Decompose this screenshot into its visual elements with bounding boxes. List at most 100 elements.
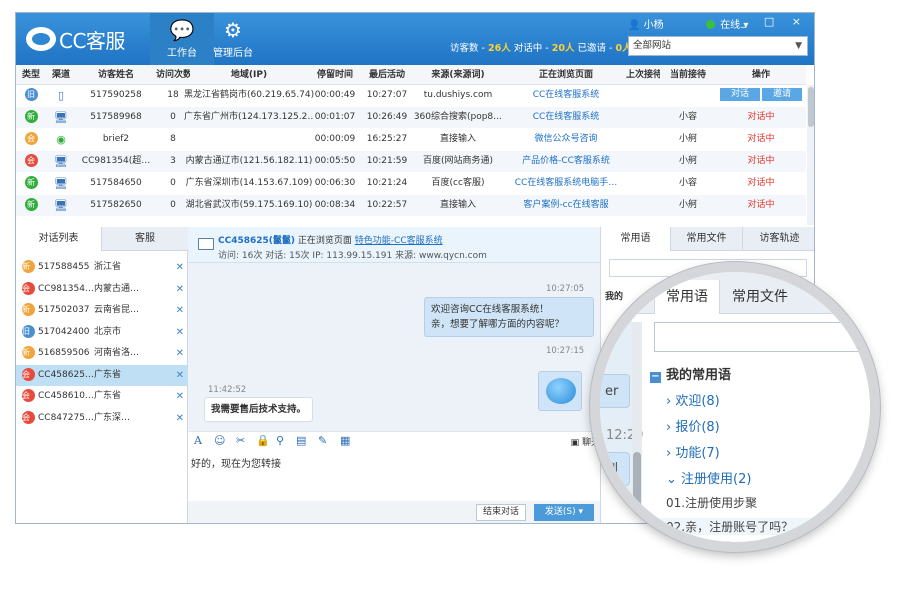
visit-info: 访问: 16次 对话: 15次 IP: 113.99.15.191 来源: ww… bbox=[218, 251, 487, 261]
chat-input[interactable]: 好的，现在为您转接 bbox=[188, 451, 600, 501]
magnified-tab-files[interactable]: 常用文件 bbox=[722, 280, 798, 314]
visitor-type-badge: 旧 bbox=[24, 88, 38, 101]
current-agent: 小舸 bbox=[678, 134, 697, 144]
conversation-item[interactable]: 新 517502037 云南省昆… ✕ bbox=[16, 300, 188, 321]
desktop-icon: 🖥 bbox=[54, 177, 68, 190]
phrase-category-features[interactable]: › 功能(7) bbox=[666, 442, 720, 461]
site-select[interactable]: 全部网站 ▼ bbox=[628, 36, 808, 56]
tab-agents[interactable]: 客服 bbox=[102, 227, 188, 251]
transfer-user-icon[interactable]: ⚲ bbox=[276, 434, 284, 447]
visitor-name: brief2 bbox=[102, 134, 130, 144]
conversation-province: 云南省昆… bbox=[94, 305, 140, 315]
tab-conversation-list[interactable]: 对话列表 bbox=[16, 227, 102, 251]
table-row[interactable]: 旧 ▯ 517590258 18 黑龙江省鹤岗市(60.219.65.74) 00:00:… bbox=[16, 85, 806, 106]
my-phrases-group[interactable]: − 我的常用语 bbox=[650, 364, 731, 383]
col-prev-agent[interactable]: 上次接待 bbox=[626, 65, 660, 86]
visitor-message: 我需要售后技术支持。 bbox=[204, 397, 314, 422]
table-row[interactable]: 会 ◉ brief2 8 00:00:09 16:25:27 直接输入 微信公众号咨询 小舸 对话… bbox=[16, 129, 806, 150]
screenshot-icon[interactable]: ✂ bbox=[236, 434, 245, 447]
public-phrases-group[interactable]: − 公共常用语 bbox=[650, 538, 731, 542]
close-icon[interactable]: ✕ bbox=[176, 279, 184, 300]
tab-files[interactable]: 常用文件 bbox=[671, 227, 743, 251]
magnified-search-input[interactable] bbox=[654, 322, 870, 352]
visitor-type-badge: 会 bbox=[24, 154, 38, 167]
close-icon[interactable]: ✕ bbox=[176, 343, 184, 364]
magnified-tab-phrases[interactable]: 常用语 bbox=[654, 280, 720, 314]
conversation-item[interactable]: 会 CC981354… 内蒙古通… ✕ bbox=[16, 279, 188, 300]
table-scrollbar[interactable] bbox=[807, 85, 814, 225]
col-region[interactable]: 地域(IP) bbox=[184, 65, 314, 86]
conversation-item[interactable]: 会 CC458625… 广东省 ✕ bbox=[16, 364, 188, 386]
tab-visitor-track[interactable]: 访客轨迹 bbox=[743, 227, 814, 251]
browsing-page[interactable]: CC在线客服系统电脑手… bbox=[504, 173, 628, 194]
end-chat-button[interactable]: 结束对话 bbox=[476, 504, 526, 521]
col-type[interactable]: 类型 bbox=[16, 65, 46, 86]
maximize-button[interactable]: □ bbox=[764, 15, 781, 28]
browsing-page[interactable]: 客户案例-cc在线客服 bbox=[504, 195, 628, 216]
lock-icon[interactable]: 🔒 bbox=[256, 434, 270, 447]
close-icon[interactable]: ✕ bbox=[176, 408, 184, 429]
visitor-name[interactable]: CC458625(鬣鬣) bbox=[218, 236, 295, 246]
desktop-icon: 🖥 bbox=[54, 199, 68, 212]
conversation-id: CC847275… bbox=[38, 412, 94, 423]
phrase-item[interactable]: 01.注册使用步聚 bbox=[666, 494, 757, 511]
browsing-page-link[interactable]: 特色功能-CC客服系统 bbox=[355, 236, 443, 246]
invite-button[interactable]: 邀请 bbox=[762, 88, 802, 101]
conversation-item[interactable]: 新 517588455 浙江省 ✕ bbox=[16, 257, 188, 278]
chevron-right-icon: › bbox=[666, 446, 672, 461]
table-row[interactable]: 新 🖥 517589968 0 广东省广州市(124.173.125.2… 00:01:0… bbox=[16, 107, 806, 128]
col-stay[interactable]: 停留时间 bbox=[314, 65, 356, 86]
logo-icon bbox=[26, 27, 56, 51]
conversation-province: 广东深… bbox=[94, 412, 131, 423]
file-icon[interactable]: ▤ bbox=[296, 434, 306, 447]
record-icon: ▣ bbox=[570, 438, 580, 448]
close-icon[interactable]: ✕ bbox=[176, 257, 184, 278]
table-row[interactable]: 新 🖥 517584650 0 广东省深圳市(14.153.67.109) 00:06:3… bbox=[16, 173, 806, 194]
close-icon[interactable]: ✕ bbox=[176, 365, 184, 386]
conversation-tabs: 对话列表 客服 bbox=[16, 227, 188, 251]
conversation-item[interactable]: 新 516859506 河南省洛… ✕ bbox=[16, 343, 188, 364]
browsing-page[interactable]: CC在线客服系统 bbox=[504, 85, 628, 106]
col-page[interactable]: 正在浏览页面 bbox=[504, 65, 628, 86]
close-icon[interactable]: ✕ bbox=[176, 386, 184, 407]
chat-button[interactable]: 对话 bbox=[720, 88, 760, 101]
col-source[interactable]: 来源(来源词) bbox=[412, 65, 504, 86]
visitor-card-icon[interactable] bbox=[198, 238, 214, 250]
table-icon[interactable]: ▦ bbox=[340, 434, 350, 447]
font-icon[interactable]: A bbox=[194, 434, 202, 447]
phrase-item[interactable]: 02.亲，注册账号了吗？ bbox=[656, 518, 870, 535]
region bbox=[184, 129, 314, 150]
user-name[interactable]: 👤 小杨 bbox=[628, 16, 664, 31]
conversation-id: CC981354… bbox=[38, 283, 94, 294]
emoji-icon[interactable]: ☺ bbox=[214, 434, 225, 447]
conversation-item[interactable]: 会 CC847275… 广东深… ✕ bbox=[16, 408, 188, 429]
col-current-agent[interactable]: 当前接待 bbox=[662, 65, 714, 86]
browsing-label: 正在浏览页面 bbox=[297, 236, 352, 246]
close-button[interactable]: × bbox=[792, 15, 808, 28]
tab-phrases[interactable]: 常用语 bbox=[601, 227, 671, 251]
table-row[interactable]: 新 🖥 517582650 0 湖北省武汉市(59.175.169.10) 00:08:3… bbox=[16, 195, 806, 216]
conversation-item[interactable]: 会 CC458610… 广东省 ✕ bbox=[16, 386, 188, 407]
tab-admin[interactable]: ⚙ 管理后台 bbox=[200, 13, 266, 65]
browsing-page[interactable]: 微信公众号咨询 bbox=[504, 129, 628, 150]
col-name[interactable]: 访客姓名 bbox=[78, 65, 154, 86]
minimize-button[interactable]: _ bbox=[741, 15, 754, 28]
visitor-name: 517590258 bbox=[90, 90, 142, 100]
col-channel[interactable]: 渠道 bbox=[46, 65, 76, 86]
gear-icon: ⚙ bbox=[224, 18, 242, 42]
conversation-province: 广东省 bbox=[94, 369, 122, 380]
send-button[interactable]: 发送(S) ▾ bbox=[534, 504, 594, 521]
magnified-scrollbar[interactable] bbox=[632, 322, 642, 542]
status-chatting: 对话中 bbox=[747, 134, 775, 144]
col-last-activity[interactable]: 最后活动 bbox=[364, 65, 410, 86]
conversation-item[interactable]: 旧 517042400 北京市 ✕ bbox=[16, 322, 188, 343]
table-row[interactable]: 会 🖥 CC981354(超… 3 内蒙古通辽市(121.56.182.11) 00:05… bbox=[16, 151, 806, 172]
close-icon[interactable]: ✕ bbox=[176, 300, 184, 321]
close-icon[interactable]: ✕ bbox=[176, 322, 184, 343]
phrase-category-register[interactable]: ⌄ 注册使用(2) bbox=[666, 468, 751, 487]
browsing-page[interactable]: CC在线客服系统 bbox=[504, 107, 628, 128]
edit-icon[interactable]: ✎ bbox=[318, 434, 327, 447]
browsing-page[interactable]: 产品价格-CC客服系统 bbox=[504, 151, 628, 172]
phrase-category-quote[interactable]: › 报价(8) bbox=[666, 416, 720, 435]
phrase-category-welcome[interactable]: › 欢迎(8) bbox=[666, 390, 720, 409]
